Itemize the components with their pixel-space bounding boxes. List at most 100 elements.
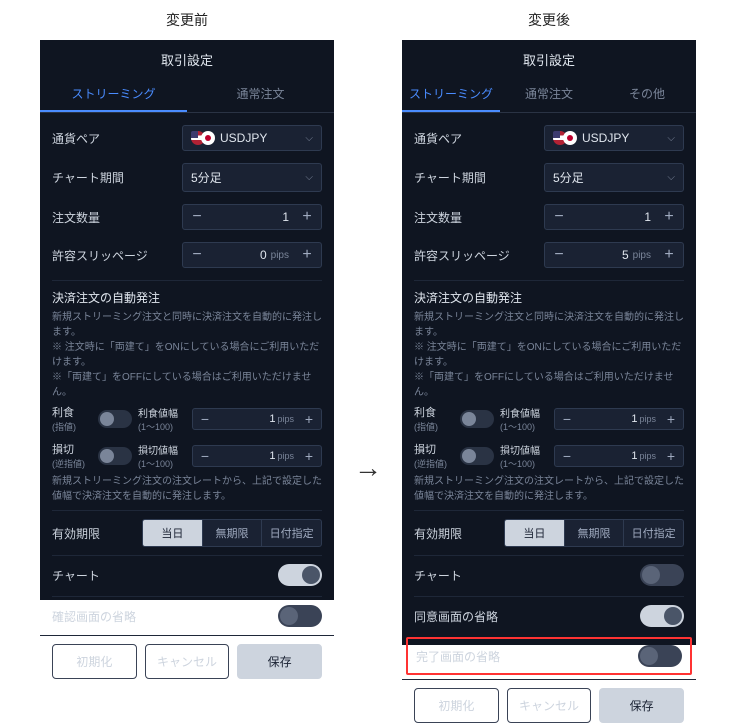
- plus-button[interactable]: +: [297, 446, 321, 466]
- sl-width-label: 損切値幅: [500, 442, 548, 457]
- tp-sub: (指値): [52, 420, 92, 433]
- auto-settle-title: 決済注文の自動発注: [52, 289, 322, 306]
- minus-button[interactable]: −: [183, 243, 211, 267]
- tab-normal-order[interactable]: 通常注文: [500, 77, 598, 112]
- tabs: ストリーミング 通常注文 その他: [402, 77, 696, 113]
- chart-period-label: チャート期間: [414, 169, 486, 186]
- sl-unit: pips: [277, 451, 297, 461]
- complete-skip-toggle[interactable]: [638, 645, 682, 667]
- tp-toggle[interactable]: [460, 410, 494, 428]
- slippage-stepper[interactable]: − 5 pips +: [544, 242, 684, 268]
- cancel-button[interactable]: キャンセル: [507, 688, 592, 723]
- sl-width-label: 損切値幅: [138, 442, 186, 457]
- chart-period-value: 5分足: [191, 169, 222, 186]
- minus-button[interactable]: −: [545, 243, 573, 267]
- plus-button[interactable]: +: [293, 243, 321, 267]
- currency-pair-value: USDJPY: [220, 131, 267, 145]
- chart-toggle-label: チャート: [414, 567, 462, 584]
- tp-unit: pips: [639, 414, 659, 424]
- reset-button[interactable]: 初期化: [52, 644, 137, 679]
- auto-settle-title: 決済注文の自動発注: [414, 289, 684, 306]
- sl-label: 損切: [52, 441, 92, 457]
- seg-date[interactable]: 日付指定: [261, 520, 321, 546]
- cancel-button[interactable]: キャンセル: [145, 644, 230, 679]
- plus-button[interactable]: +: [659, 446, 683, 466]
- arrow-icon: →: [354, 452, 382, 484]
- currency-pair-select[interactable]: USDJPY ⌵: [544, 125, 684, 151]
- slippage-value: 0: [211, 248, 271, 262]
- chart-toggle[interactable]: [640, 564, 684, 586]
- save-button[interactable]: 保存: [599, 688, 684, 723]
- sl-stepper[interactable]: − 1 pips +: [192, 445, 322, 467]
- expiry-segment[interactable]: 当日 無期限 日付指定: [504, 519, 684, 547]
- plus-button[interactable]: +: [297, 409, 321, 429]
- order-qty-stepper[interactable]: − 1 +: [544, 204, 684, 230]
- auto-settle-note2: ※「両建て」をOFFにしている場合はご利用いただけません。: [52, 370, 322, 400]
- slippage-stepper[interactable]: − 0 pips +: [182, 242, 322, 268]
- before-title: 変更前: [166, 10, 208, 30]
- chart-period-select[interactable]: 5分足 ⌵: [182, 163, 322, 192]
- sl-unit: pips: [639, 451, 659, 461]
- flag-usdjpy-icon: [553, 131, 577, 145]
- seg-today[interactable]: 当日: [505, 520, 564, 546]
- minus-button[interactable]: −: [555, 409, 579, 429]
- slippage-label: 許容スリッページ: [52, 247, 148, 264]
- auto-note: 新規ストリーミング注文の注文レートから、上記で設定した値幅で決済注文を自動的に発…: [414, 474, 684, 504]
- tab-streaming[interactable]: ストリーミング: [40, 77, 187, 112]
- flag-usdjpy-icon: [191, 131, 215, 145]
- order-qty-stepper[interactable]: − 1 +: [182, 204, 322, 230]
- consent-skip-toggle[interactable]: [640, 605, 684, 627]
- sl-range: (1〜100): [500, 457, 548, 470]
- slippage-value: 5: [573, 248, 633, 262]
- reset-button[interactable]: 初期化: [414, 688, 499, 723]
- sl-value: 1: [579, 450, 639, 462]
- chart-toggle[interactable]: [278, 564, 322, 586]
- tp-range: (1〜100): [138, 420, 186, 433]
- minus-button[interactable]: −: [183, 205, 211, 229]
- tab-streaming[interactable]: ストリーミング: [402, 77, 500, 112]
- auto-settle-note1: ※ 注文時に「両建て」をONにしている場合にご利用いただけます。: [52, 340, 322, 370]
- tp-unit: pips: [277, 414, 297, 424]
- sl-toggle[interactable]: [98, 447, 132, 465]
- tp-range: (1〜100): [500, 420, 548, 433]
- plus-button[interactable]: +: [655, 205, 683, 229]
- after-title: 変更後: [528, 10, 570, 30]
- chart-period-select[interactable]: 5分足 ⌵: [544, 163, 684, 192]
- chevron-down-icon: ⌵: [305, 172, 313, 183]
- currency-pair-select[interactable]: USDJPY ⌵: [182, 125, 322, 151]
- chart-period-value: 5分足: [553, 169, 584, 186]
- complete-skip-label: 完了画面の省略: [416, 648, 500, 665]
- tp-stepper[interactable]: − 1 pips +: [554, 408, 684, 430]
- order-qty-value: 1: [573, 210, 655, 224]
- plus-button[interactable]: +: [293, 205, 321, 229]
- tp-stepper[interactable]: − 1 pips +: [192, 408, 322, 430]
- chevron-down-icon: ⌵: [305, 133, 313, 144]
- plus-button[interactable]: +: [655, 243, 683, 267]
- tab-other[interactable]: その他: [598, 77, 696, 112]
- chevron-down-icon: ⌵: [667, 172, 675, 183]
- minus-button[interactable]: −: [545, 205, 573, 229]
- minus-button[interactable]: −: [193, 409, 217, 429]
- tab-normal-order[interactable]: 通常注文: [187, 77, 334, 112]
- panel-header: 取引設定: [40, 40, 334, 77]
- minus-button[interactable]: −: [193, 446, 217, 466]
- tp-toggle[interactable]: [98, 410, 132, 428]
- expiry-segment[interactable]: 当日 無期限 日付指定: [142, 519, 322, 547]
- seg-unlimited[interactable]: 無期限: [202, 520, 262, 546]
- confirm-skip-toggle[interactable]: [278, 605, 322, 627]
- plus-button[interactable]: +: [659, 409, 683, 429]
- chart-period-label: チャート期間: [52, 169, 124, 186]
- sl-sub: (逆指値): [52, 457, 92, 470]
- seg-date[interactable]: 日付指定: [623, 520, 683, 546]
- order-qty-label: 注文数量: [52, 209, 100, 226]
- save-button[interactable]: 保存: [237, 644, 322, 679]
- sl-stepper[interactable]: − 1 pips +: [554, 445, 684, 467]
- minus-button[interactable]: −: [555, 446, 579, 466]
- chevron-down-icon: ⌵: [667, 133, 675, 144]
- seg-unlimited[interactable]: 無期限: [564, 520, 624, 546]
- seg-today[interactable]: 当日: [143, 520, 202, 546]
- currency-pair-value: USDJPY: [582, 131, 629, 145]
- sl-toggle[interactable]: [460, 447, 494, 465]
- auto-note: 新規ストリーミング注文の注文レートから、上記で設定した値幅で決済注文を自動的に発…: [52, 474, 322, 504]
- tp-width-label: 利食値幅: [500, 405, 548, 420]
